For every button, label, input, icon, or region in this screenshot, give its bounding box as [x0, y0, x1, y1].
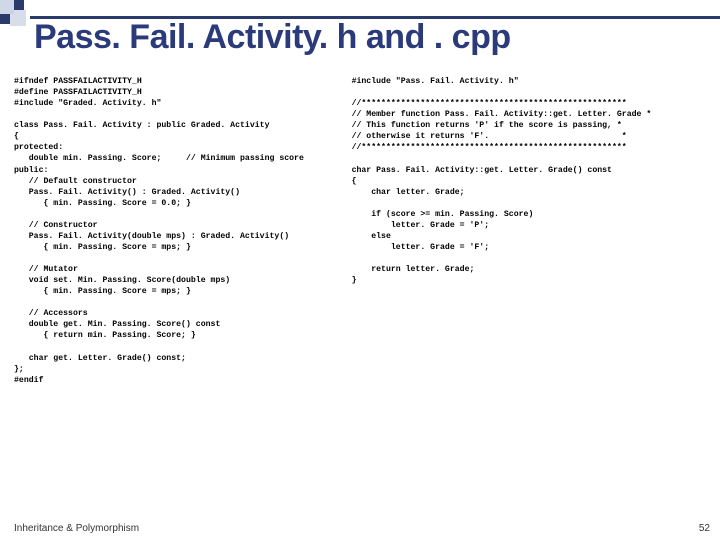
code-left-header-file: #ifndef PASSFAILACTIVITY_H #define PASSF…	[14, 76, 352, 496]
slide-title: Pass. Fail. Activity. h and . cpp	[34, 18, 511, 57]
code-right-cpp-file: #include "Pass. Fail. Activity. h" //***…	[352, 76, 706, 496]
footer-text: Inheritance & Polymorphism	[14, 523, 139, 534]
slide-number: 52	[699, 523, 710, 534]
code-container: #ifndef PASSFAILACTIVITY_H #define PASSF…	[14, 76, 706, 496]
